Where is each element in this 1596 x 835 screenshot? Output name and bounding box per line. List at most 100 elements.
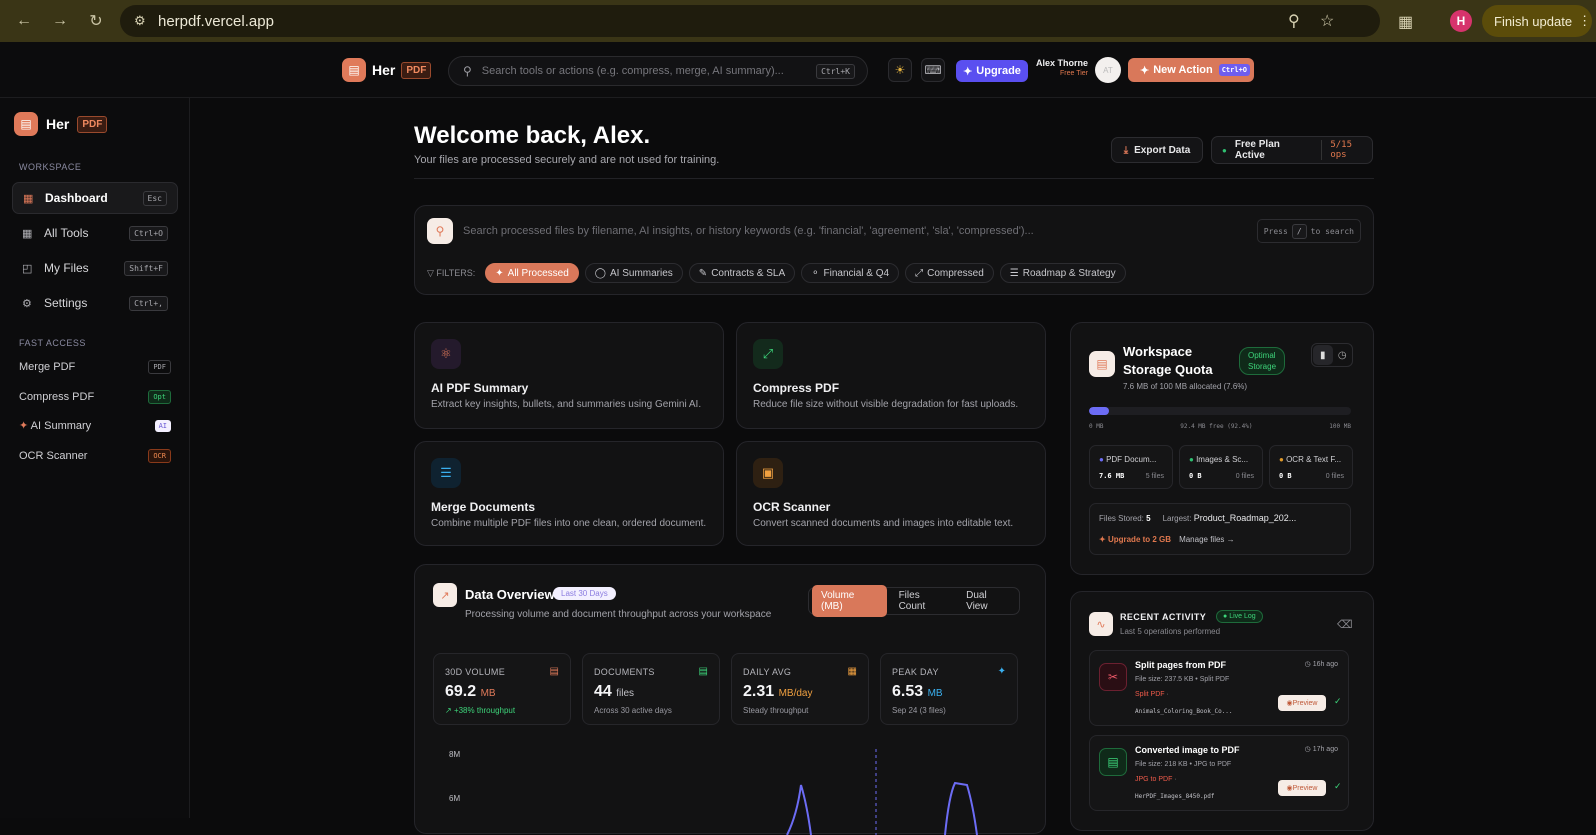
brand-logo[interactable]: ▤ Her PDF [342, 58, 432, 82]
badge-line2: Storage [1248, 362, 1277, 371]
hint-rest: to search [1310, 226, 1354, 236]
sparkle-icon: ✦ [495, 267, 504, 279]
browser-toolbar: ← → ↻ ⚙ herpdf.vercel.app ⚲ ☆ ▦ H Finish… [0, 0, 1596, 42]
stat-unit: MB/day [778, 688, 813, 699]
category-name: OCR & Text F... [1286, 455, 1342, 464]
sidebar-item-all-tools[interactable]: ▦ All Tools Ctrl+O [12, 217, 178, 249]
filter-roadmap-strategy[interactable]: ☰ Roadmap & Strategy [999, 263, 1126, 283]
tab-volume[interactable]: Volume (MB) [812, 585, 887, 617]
upgrade-storage-link[interactable]: ✦ Upgrade to 2 GB [1099, 535, 1171, 544]
sidebar-item-settings[interactable]: ⚙ Settings Ctrl+, [12, 287, 178, 319]
tab-dual-view[interactable]: Dual View [960, 585, 1016, 617]
sidebar-item-label: Dashboard [45, 191, 108, 205]
fast-access-merge-pdf[interactable]: Merge PDF PDF [19, 360, 171, 374]
new-action-button[interactable]: ✦ New Action Ctrl+O [1128, 58, 1254, 82]
file-search-input[interactable]: Search processed files by filename, AI i… [463, 225, 1034, 237]
table-icon: ▦ [22, 227, 33, 240]
fast-access-ai-summary[interactable]: ✦ AI Summary AI [19, 419, 171, 432]
sidebar-item-my-files[interactable]: ◰ My Files Shift+F [12, 252, 178, 284]
user-info[interactable]: Alex Thorne Free Tier [1036, 58, 1088, 77]
sidebar-item-dashboard[interactable]: ▦ Dashboard Esc [12, 182, 178, 214]
filter-financial-q4[interactable]: ⚬ Financial & Q4 [801, 263, 900, 283]
storage-category-images[interactable]: ● Images & Sc... 0 B 0 files [1179, 445, 1263, 489]
clock-icon[interactable]: ◷ [1333, 350, 1353, 361]
divider [414, 178, 1374, 179]
app-topbar: ▤ Her PDF ⚲ Search tools or actions (e.g… [0, 42, 1596, 98]
global-search[interactable]: ⚲ Search tools or actions (e.g. compress… [448, 56, 868, 86]
document-icon: ▤ [342, 58, 366, 82]
stat-sub: +38% throughput [453, 706, 516, 715]
upgrade-button[interactable]: ✦ Upgrade [956, 60, 1028, 82]
theme-toggle-sun-icon[interactable]: ☀ [888, 58, 912, 82]
category-size: 0 B [1189, 472, 1202, 480]
global-search-input[interactable]: Search tools or actions (e.g. compress, … [482, 65, 784, 77]
preview-button[interactable]: ◉ Preview [1278, 780, 1326, 796]
profile-avatar[interactable]: H [1450, 10, 1472, 32]
files-stored-value: 5 [1146, 514, 1151, 523]
filter-contracts-sla[interactable]: ✎ Contracts & SLA [688, 263, 796, 283]
bar-chart-icon[interactable]: ▮ [1313, 345, 1333, 365]
category-dot-icon: ● [1279, 455, 1287, 464]
document-icon: ▤ [14, 112, 38, 136]
filter-label: Roadmap & Strategy [1022, 267, 1116, 279]
category-size: 0 B [1279, 472, 1292, 480]
files-stored-label: Files Stored: [1099, 514, 1144, 523]
activity-item-title: Converted image to PDF [1135, 745, 1240, 755]
compress-icon: ⤢ [753, 339, 783, 369]
keyboard-icon[interactable]: ⌨ [921, 58, 945, 82]
extensions-icon[interactable]: ▦ [1398, 12, 1413, 32]
sidebar-brand-badge: PDF [77, 115, 108, 133]
storage-progress-fill [1089, 407, 1109, 415]
user-avatar[interactable]: AT [1095, 57, 1121, 83]
trash-icon[interactable]: ⌫ [1337, 618, 1353, 631]
sidebar-brand[interactable]: ▤ Her PDF [14, 112, 108, 136]
tool-card-merge-documents[interactable]: ☰ Merge Documents Combine multiple PDF f… [414, 441, 724, 546]
gear-icon: ⚙ [22, 297, 32, 310]
preview-label: Preview [1292, 699, 1318, 707]
filters-label-text: FILTERS: [436, 267, 476, 278]
reload-icon[interactable]: ↻ [84, 9, 108, 33]
tool-title: Compress PDF [753, 381, 840, 395]
forward-icon[interactable]: → [48, 9, 72, 33]
manage-files-link[interactable]: Manage files → [1179, 535, 1235, 544]
tab-files-count[interactable]: Files Count [887, 585, 961, 617]
volume-chart [786, 749, 978, 835]
fast-access-compress-pdf[interactable]: Compress PDF Opt [19, 390, 171, 404]
activity-item[interactable]: ▤ Converted image to PDF ◷ 17h ago File … [1089, 735, 1349, 811]
category-files: 0 files [1325, 473, 1344, 480]
tool-card-compress-pdf[interactable]: ⤢ Compress PDF Reduce file size without … [736, 322, 1046, 429]
filter-ai-summaries[interactable]: ◯ AI Summaries [584, 263, 683, 283]
category-dot-icon: ● [1099, 455, 1107, 464]
site-info-icon[interactable]: ⚙ [134, 13, 146, 29]
finish-update-button[interactable]: Finish update ⋮ [1482, 5, 1592, 37]
tool-card-ocr-scanner[interactable]: ▣ OCR Scanner Convert scanned documents … [736, 441, 1046, 546]
shrink-icon: ⤢ [915, 267, 924, 279]
tool-desc: Convert scanned documents and images int… [753, 518, 1014, 529]
back-icon[interactable]: ← [12, 9, 36, 33]
tool-card-ai-pdf-summary[interactable]: ⚛ AI PDF Summary Extract key insights, b… [414, 322, 724, 429]
storage-category-pdf[interactable]: ● PDF Docum... 7.6 MB 5 files [1089, 445, 1173, 489]
filter-all-processed[interactable]: ✦ All Processed [485, 263, 579, 283]
fast-access-tag: Opt [148, 390, 171, 404]
clock-icon: ◷ [1304, 746, 1313, 753]
filter-compressed[interactable]: ⤢ Compressed [905, 263, 994, 283]
storage-used-text: 7.6 MB of 100 MB allocated (7.6%) [1123, 382, 1248, 391]
category-size: 7.6 MB [1099, 472, 1125, 480]
stat-30d-volume: 30D VOLUME ▤ 69.2 MB ↗ +38% throughput [433, 653, 571, 725]
storage-category-ocr[interactable]: ● OCR & Text F... 0 B 0 files [1269, 445, 1353, 489]
overview-subtitle: Processing volume and document throughpu… [465, 609, 772, 620]
bookmark-star-icon[interactable]: ☆ [1320, 11, 1334, 31]
filters-label: ▽ FILTERS: [427, 268, 475, 279]
preview-button[interactable]: ◉ Preview [1278, 695, 1326, 711]
fast-access-ocr-scanner[interactable]: OCR Scanner OCR [19, 449, 171, 463]
stat-value: 44 [594, 683, 612, 700]
export-data-button[interactable]: ⤓ Export Data [1111, 137, 1203, 163]
zoom-icon[interactable]: ⚲ [1288, 11, 1300, 31]
finish-update-label: Finish update [1494, 13, 1573, 29]
brain-icon: ⚛ [431, 339, 461, 369]
scissors-icon: ✂ [1099, 663, 1127, 691]
pen-icon: ✎ [698, 267, 708, 279]
activity-meta: File size: 218 KB • JPG to PDF [1135, 761, 1232, 768]
activity-item[interactable]: ✂ Split pages from PDF ◷ 16h ago File si… [1089, 650, 1349, 726]
address-bar[interactable]: ⚙ herpdf.vercel.app ⚲ ☆ [120, 5, 1380, 37]
